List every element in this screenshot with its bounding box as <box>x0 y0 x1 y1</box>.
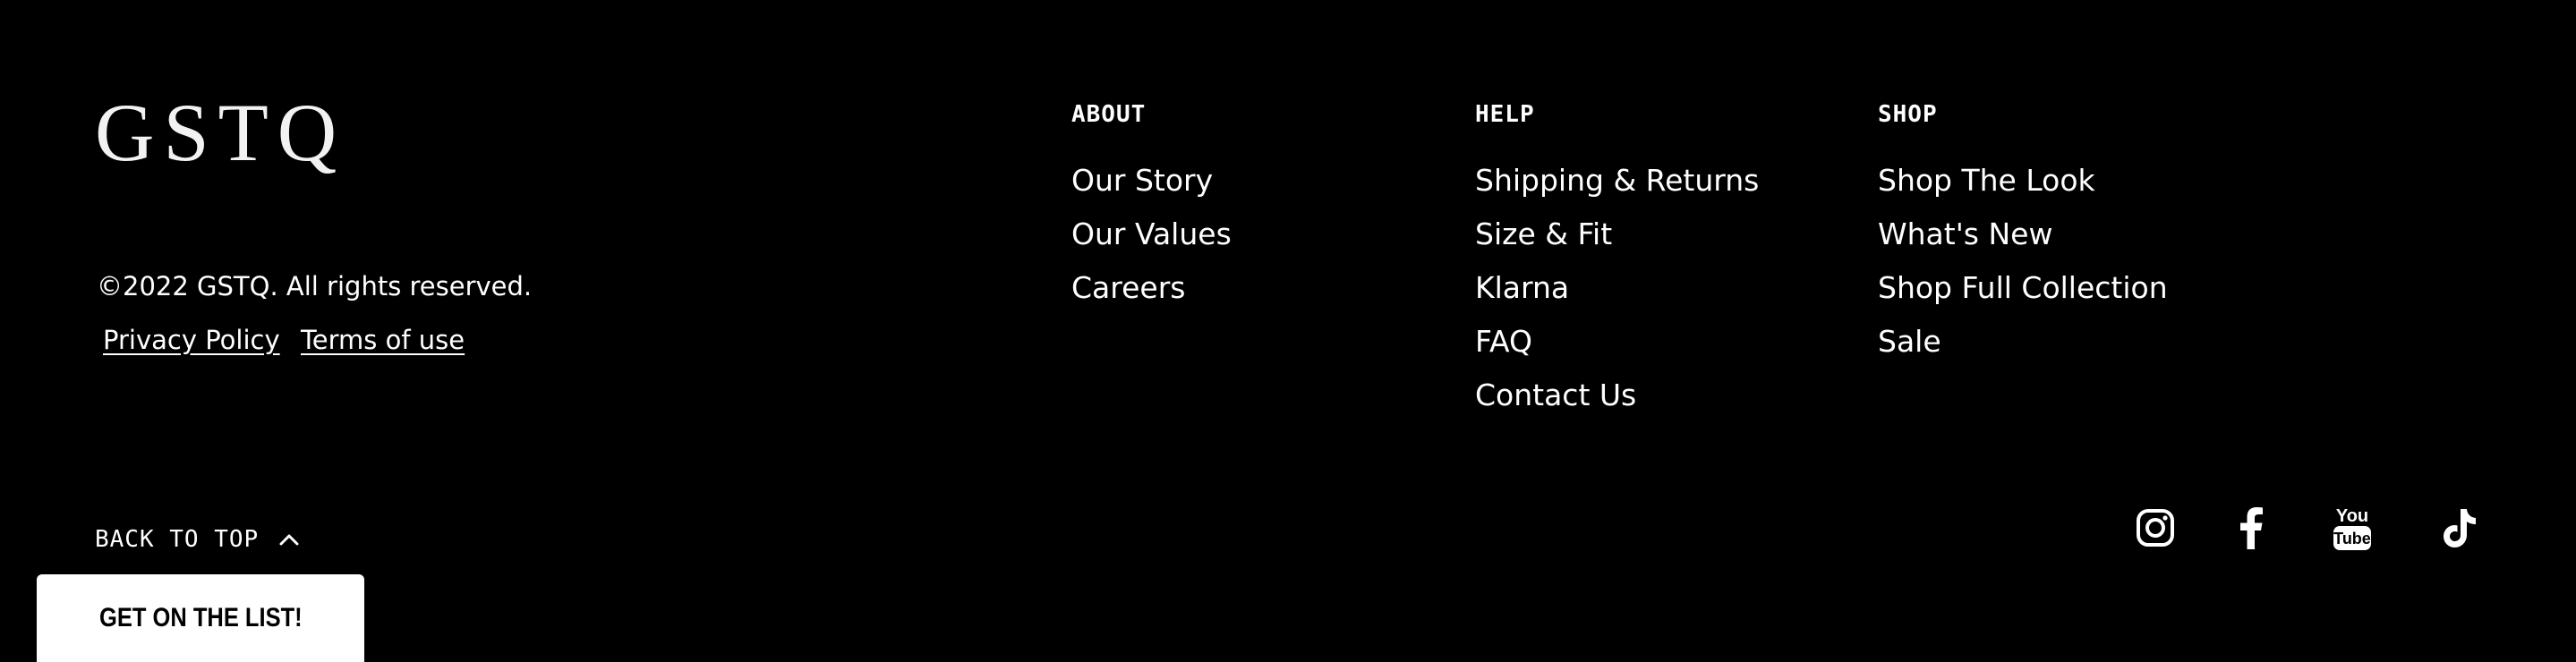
about-links: Our Story Our Values Careers <box>1071 154 1232 315</box>
footer-link-shop-the-look[interactable]: Shop The Look <box>1878 154 2168 208</box>
column-heading-shop: SHOP <box>1878 101 1938 128</box>
column-heading-help: HELP <box>1475 101 1535 128</box>
footer-link-our-values[interactable]: Our Values <box>1071 208 1232 261</box>
shop-links: Shop The Look What's New Shop Full Colle… <box>1878 154 2168 369</box>
facebook-icon <box>2240 507 2263 549</box>
footer-link-size-fit[interactable]: Size & Fit <box>1475 208 1759 261</box>
tiktok-icon <box>2444 509 2476 547</box>
terms-of-use-link[interactable]: Terms of use <box>301 325 465 355</box>
back-to-top-label: BACK TO TOP <box>95 526 260 553</box>
footer-link-careers[interactable]: Careers <box>1071 261 1232 315</box>
footer-link-contact-us[interactable]: Contact Us <box>1475 369 1759 422</box>
privacy-policy-link[interactable]: Privacy Policy <box>103 325 280 355</box>
instagram-link[interactable] <box>2128 501 2182 555</box>
footer-link-shipping-returns[interactable]: Shipping & Returns <box>1475 154 1759 208</box>
instagram-icon <box>2137 509 2174 547</box>
footer-link-whats-new[interactable]: What's New <box>1878 208 2168 261</box>
footer-link-sale[interactable]: Sale <box>1878 315 2168 369</box>
youtube-link[interactable]: You Tube <box>2325 501 2379 555</box>
facebook-link[interactable] <box>2224 501 2278 555</box>
footer-link-our-story[interactable]: Our Story <box>1071 154 1232 208</box>
help-links: Shipping & Returns Size & Fit Klarna FAQ… <box>1475 154 1759 422</box>
column-heading-about: ABOUT <box>1071 101 1147 128</box>
site-footer: GSTQ ©2022 GSTQ. All rights reserved. Pr… <box>0 0 2576 662</box>
youtube-icon: You Tube <box>2333 506 2371 550</box>
brand-logo[interactable]: GSTQ <box>95 91 345 174</box>
youtube-icon-text-bottom: Tube <box>2333 530 2371 547</box>
chevron-up-icon <box>279 534 299 546</box>
footer-link-faq[interactable]: FAQ <box>1475 315 1759 369</box>
footer-column-about: ABOUT Our Story Our Values Careers <box>1071 98 1232 315</box>
tiktok-link[interactable] <box>2433 501 2486 555</box>
youtube-icon-text-top: You <box>2336 506 2368 526</box>
footer-column-help: HELP Shipping & Returns Size & Fit Klarn… <box>1475 98 1759 422</box>
get-on-the-list-label: GET ON THE LIST! <box>98 603 303 632</box>
back-to-top-button[interactable]: BACK TO TOP <box>95 526 300 553</box>
footer-link-klarna[interactable]: Klarna <box>1475 261 1759 315</box>
footer-link-shop-full-collection[interactable]: Shop Full Collection <box>1878 261 2168 315</box>
get-on-the-list-button[interactable]: GET ON THE LIST! <box>37 574 364 662</box>
footer-column-shop: SHOP Shop The Look What's New Shop Full … <box>1878 98 2168 369</box>
copyright-text: ©2022 GSTQ. All rights reserved. <box>97 271 533 301</box>
